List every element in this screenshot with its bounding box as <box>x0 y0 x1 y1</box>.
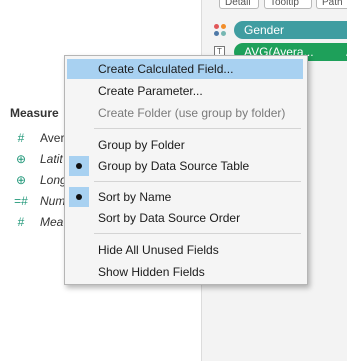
globe-icon: ⊕ <box>15 152 27 166</box>
number-icon: # <box>17 215 25 229</box>
path-button[interactable]: Path <box>316 0 347 9</box>
menu-item-create-calculated-field[interactable]: Create Calculated Field... <box>67 59 303 79</box>
gender-color-row: Gender <box>214 20 347 40</box>
bullet-icon <box>76 163 82 169</box>
globe-icon: ⊕ <box>15 173 27 187</box>
measures-heading: Measure <box>10 106 59 120</box>
menu-item-sort-by-data-source-order[interactable]: Sort by Data Source Order <box>67 208 303 228</box>
gender-pill-label: Gender <box>244 23 285 37</box>
menu-item-group-by-folder[interactable]: Group by Folder <box>67 135 303 155</box>
calculated-number-icon: =# <box>14 194 28 208</box>
field-label: Long <box>40 173 67 187</box>
field-label: Latit <box>40 152 63 166</box>
bullet-icon <box>76 194 82 200</box>
menu-item-group-by-data-source-table[interactable]: Group by Data Source Table <box>67 156 303 176</box>
field-label: Mea <box>40 215 64 229</box>
field-label: Num <box>40 194 66 208</box>
measure-field-number[interactable]: =# Num <box>14 192 65 210</box>
measure-field-aver[interactable]: # Aver <box>14 129 65 147</box>
checked-indicator <box>69 156 89 176</box>
menu-item-hide-all-unused-fields[interactable]: Hide All Unused Fields <box>67 240 303 260</box>
menu-item-create-parameter[interactable]: Create Parameter... <box>67 81 303 101</box>
menu-item-show-hidden-fields[interactable]: Show Hidden Fields <box>67 262 303 282</box>
measure-field-longitude[interactable]: ⊕ Long <box>14 171 67 189</box>
tooltip-button[interactable]: Tooltip <box>264 0 312 9</box>
detail-button[interactable]: Detail <box>219 0 259 9</box>
menu-item-create-folder: Create Folder (use group by folder) <box>98 106 286 120</box>
checked-indicator <box>69 187 89 207</box>
color-dots-icon <box>214 24 226 36</box>
measure-field-latitude[interactable]: ⊕ Latit <box>14 150 63 168</box>
field-label: Aver <box>40 131 65 145</box>
menu-separator <box>94 233 301 234</box>
number-icon: # <box>17 131 25 145</box>
measure-field-measure[interactable]: # Mea <box>14 213 64 231</box>
menu-separator <box>94 181 301 182</box>
menu-separator <box>94 128 301 129</box>
context-menu: Create Calculated Field... Create Parame… <box>64 55 308 285</box>
menu-item-sort-by-name[interactable]: Sort by Name <box>67 187 303 207</box>
gender-pill[interactable]: Gender <box>234 21 347 39</box>
